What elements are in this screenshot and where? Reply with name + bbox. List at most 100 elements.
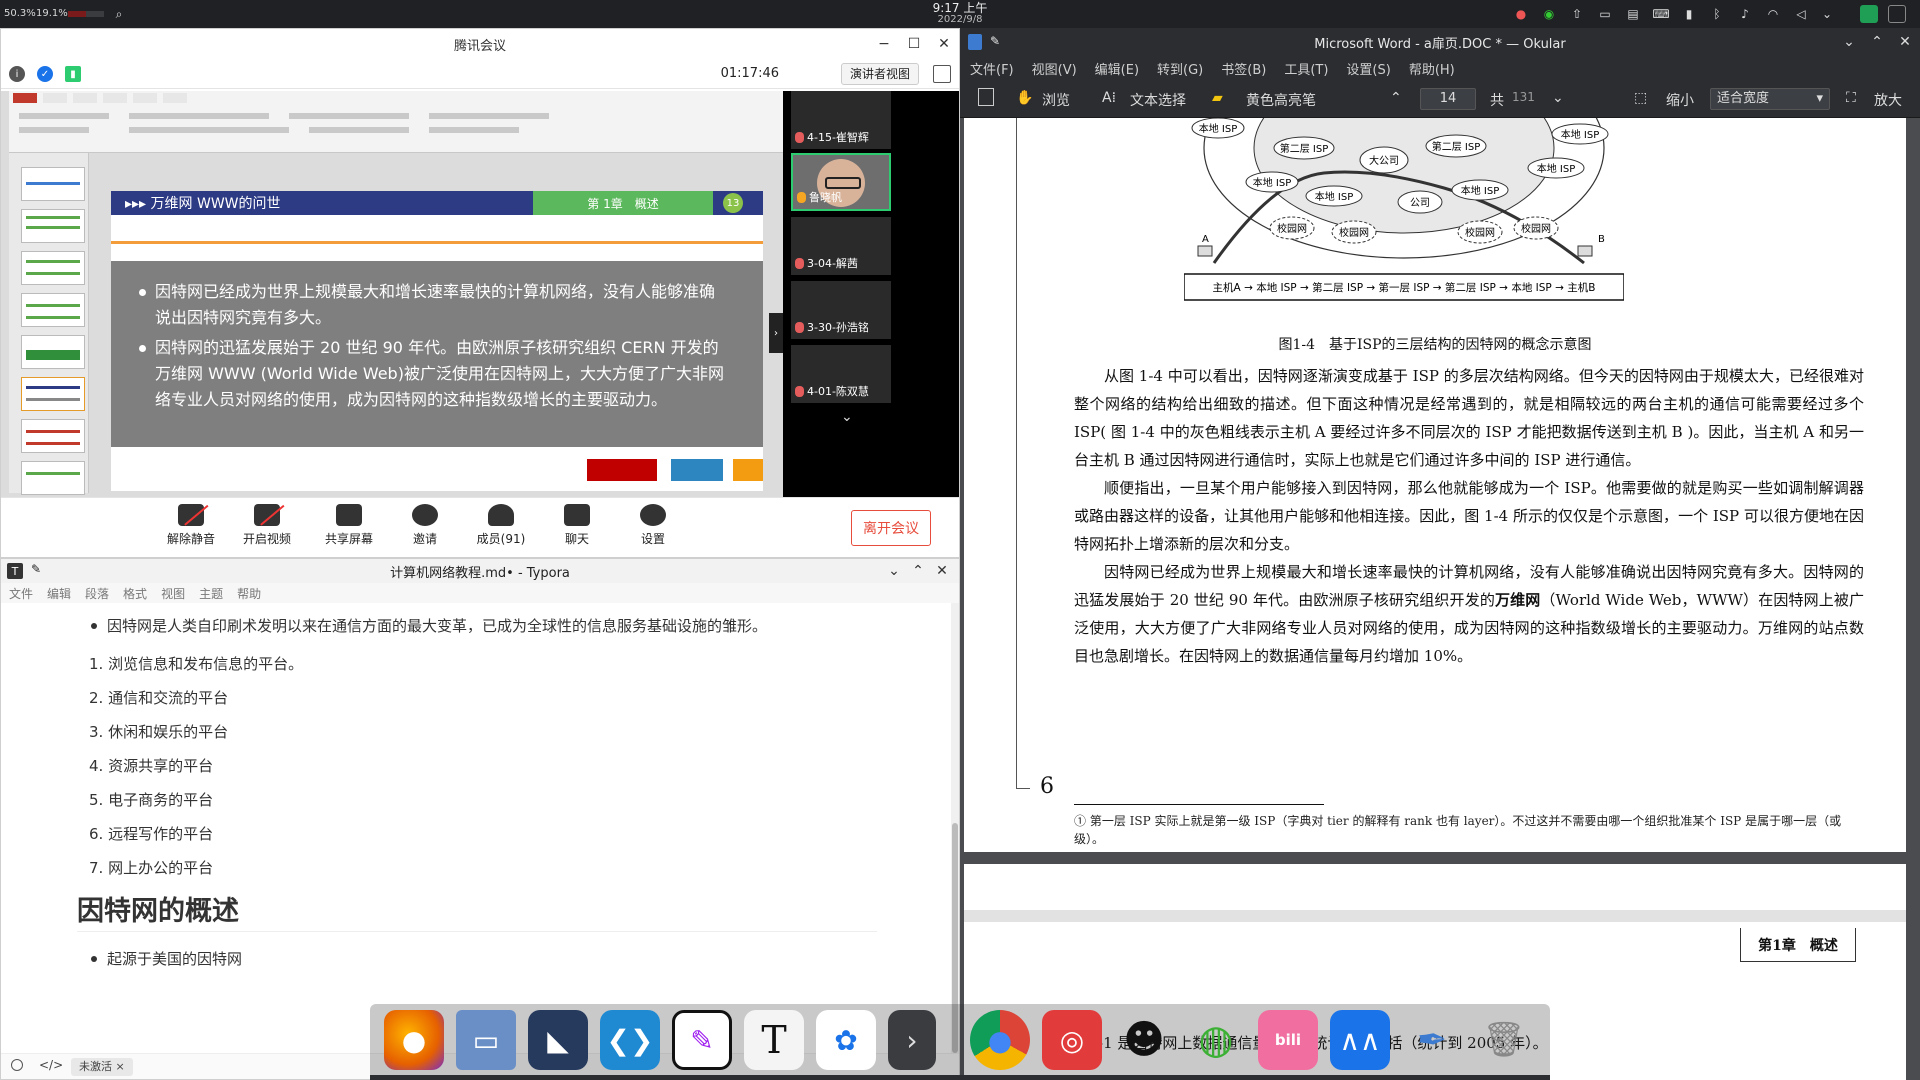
text-select-button[interactable]: 文本选择	[1130, 90, 1186, 110]
zoom-in-button[interactable]: 放大	[1874, 90, 1902, 110]
outline-toggle-icon[interactable]	[11, 1059, 23, 1071]
info-icon[interactable]: i	[9, 66, 25, 82]
zoom-out-button[interactable]: 缩小	[1666, 90, 1694, 110]
wifi-tray-icon[interactable]: ◠	[1764, 5, 1782, 23]
menu-view[interactable]: 视图(V)	[1032, 59, 1077, 78]
slide-thumbnail[interactable]	[21, 419, 85, 453]
firefox-icon[interactable]: ●	[384, 1010, 444, 1070]
panel-green-icon[interactable]	[1860, 5, 1878, 23]
participant-tile[interactable]: 3-04-解茜	[791, 217, 891, 275]
unmute-button[interactable]: 解除静音	[159, 504, 223, 547]
trash-icon[interactable]: 🗑	[1474, 1010, 1534, 1070]
slide-thumbnail-current[interactable]	[21, 377, 85, 411]
search-icon[interactable]: ⌕	[110, 5, 128, 23]
more-apps-icon[interactable]: ›	[888, 1010, 936, 1070]
chevron-down-icon[interactable]: ⌄	[841, 409, 853, 425]
close-icon[interactable]: ✕	[929, 29, 959, 59]
browse-tool-button[interactable]: 浏览	[1042, 90, 1070, 110]
chevron-down-icon[interactable]: ⌄	[1552, 90, 1564, 106]
fullscreen-icon[interactable]	[933, 65, 951, 83]
slide-thumbnail[interactable]	[21, 167, 85, 201]
menu-tools[interactable]: 工具(T)	[1284, 59, 1328, 78]
minimize-icon[interactable]: −	[869, 29, 899, 59]
page-number-input[interactable]: 14	[1420, 88, 1476, 110]
menu-file[interactable]: 文件(F)	[970, 59, 1014, 78]
settings-button[interactable]: 设置	[621, 504, 685, 547]
participant-tile[interactable]: 4-15-崔智辉	[791, 91, 891, 149]
chrome-icon[interactable]: ●	[970, 1010, 1030, 1070]
typora-icon[interactable]: T	[744, 1010, 804, 1070]
minimize-icon[interactable]: ⌄	[1834, 28, 1864, 56]
battery-tray-icon[interactable]: ▮	[1680, 5, 1698, 23]
maximize-icon[interactable]: ☐	[899, 29, 929, 59]
upload-tray-icon[interactable]: ⇧	[1568, 5, 1586, 23]
slide-thumbnail[interactable]	[21, 335, 85, 369]
clipboard-tray-icon[interactable]: ▤	[1624, 5, 1642, 23]
file-manager-icon[interactable]: ▭	[456, 1010, 516, 1070]
highlighter-button[interactable]: 黄色高亮笔	[1246, 90, 1316, 110]
meeting-tray-icon[interactable]: ●	[1512, 5, 1530, 23]
menu-help[interactable]: 帮助	[237, 585, 261, 602]
bilibili-icon[interactable]: bili	[1258, 1010, 1318, 1070]
slide-thumbnail[interactable]	[21, 461, 85, 495]
bluetooth-tray-icon[interactable]: ᛒ	[1708, 5, 1726, 23]
keyboard-tray-icon[interactable]: ⌨	[1652, 5, 1670, 23]
pin-icon[interactable]: ✎	[990, 34, 1000, 48]
pin-icon[interactable]: ✎	[31, 562, 41, 576]
document-view[interactable]: 本地 ISP 第二层 ISP 大公司 第二层 ISP 本地 ISP 本地 ISP…	[960, 118, 1920, 1080]
zoom-mode-select[interactable]: 适合宽度 ▾	[1710, 88, 1830, 110]
chevron-down-icon[interactable]: ⌄	[1818, 5, 1836, 23]
slide-thumbnail[interactable]	[21, 209, 85, 243]
menu-view[interactable]: 视图	[161, 585, 185, 602]
source-code-icon[interactable]: </>	[39, 1058, 63, 1072]
panel-outline-icon[interactable]	[1888, 5, 1906, 23]
menu-bookmarks[interactable]: 书签(B)	[1221, 59, 1266, 78]
shield-icon[interactable]: ✓	[37, 66, 53, 82]
okular-icon[interactable]: ✒	[1402, 1010, 1462, 1070]
menu-theme[interactable]: 主题	[199, 585, 223, 602]
menu-format[interactable]: 格式	[123, 585, 147, 602]
wechat-icon[interactable]: ◍	[1186, 1010, 1246, 1070]
invite-button[interactable]: 邀请	[393, 504, 457, 547]
slide-thumbnail[interactable]	[21, 293, 85, 327]
inactive-badge[interactable]: 未激活 ×	[71, 1058, 133, 1076]
menu-help[interactable]: 帮助(H)	[1409, 59, 1455, 78]
menu-go[interactable]: 转到(G)	[1157, 59, 1203, 78]
tencent-meeting-icon[interactable]: ∧∧	[1330, 1010, 1390, 1070]
chat-button[interactable]: 聊天	[545, 504, 609, 547]
participant-tile[interactable]: 4-01-陈双慧	[791, 345, 891, 403]
close-icon[interactable]: ✕	[927, 559, 957, 583]
slide-thumbnail[interactable]	[21, 251, 85, 285]
volume-tray-icon[interactable]: ◁	[1792, 5, 1810, 23]
chevron-up-icon[interactable]: ⌃	[1390, 90, 1402, 106]
mic-muted-tray-icon[interactable]: ♪	[1736, 5, 1754, 23]
menu-settings[interactable]: 设置(S)	[1346, 59, 1390, 78]
typora-editor[interactable]: 因特网是人类自印刷术发明以来在通信方面的最大变革，已成为全球性的信息服务基础设施…	[1, 603, 959, 1055]
start-video-button[interactable]: 开启视频	[235, 504, 299, 547]
vscode-icon[interactable]: ❮❯	[600, 1010, 660, 1070]
participant-tile-active[interactable]: 鲁晓帆	[791, 153, 891, 211]
cat-app-icon[interactable]: ◣	[528, 1010, 588, 1070]
qq-icon[interactable]: ☻	[1114, 1010, 1174, 1070]
baidu-netdisk-icon[interactable]: ✿	[816, 1010, 876, 1070]
netease-music-icon[interactable]: ◎	[1042, 1010, 1102, 1070]
maximize-icon[interactable]: ⌃	[1862, 28, 1892, 56]
screenshot-tray-icon[interactable]: ▭	[1596, 5, 1614, 23]
close-icon[interactable]: ✕	[1890, 28, 1920, 56]
leave-meeting-button[interactable]: 离开会议	[851, 510, 931, 546]
share-screen-button[interactable]: 共享屏幕	[317, 504, 381, 547]
signal-icon[interactable]: ▮	[65, 66, 81, 82]
slide-content-box: 因特网已经成为世界上规模最大和增长速率最快的计算机网络，没有人能够准确说出因特网…	[111, 261, 763, 447]
note-app-icon[interactable]: ✎	[672, 1010, 732, 1070]
participant-tile[interactable]: 3-30-孙浩铭	[791, 281, 891, 339]
menu-edit[interactable]: 编辑	[47, 585, 71, 602]
scrollbar[interactable]	[951, 603, 959, 1055]
menu-paragraph[interactable]: 段落	[85, 585, 109, 602]
sidebar-toggle-icon[interactable]	[978, 88, 994, 106]
menu-edit[interactable]: 编辑(E)	[1095, 59, 1139, 78]
menu-file[interactable]: 文件	[9, 585, 33, 602]
presenter-view-button[interactable]: 演讲者视图	[840, 63, 919, 85]
wechat-tray-icon[interactable]: ◉	[1540, 5, 1558, 23]
collapse-panel-icon[interactable]: ›	[769, 313, 783, 353]
members-button[interactable]: 成员(91)	[469, 504, 533, 547]
